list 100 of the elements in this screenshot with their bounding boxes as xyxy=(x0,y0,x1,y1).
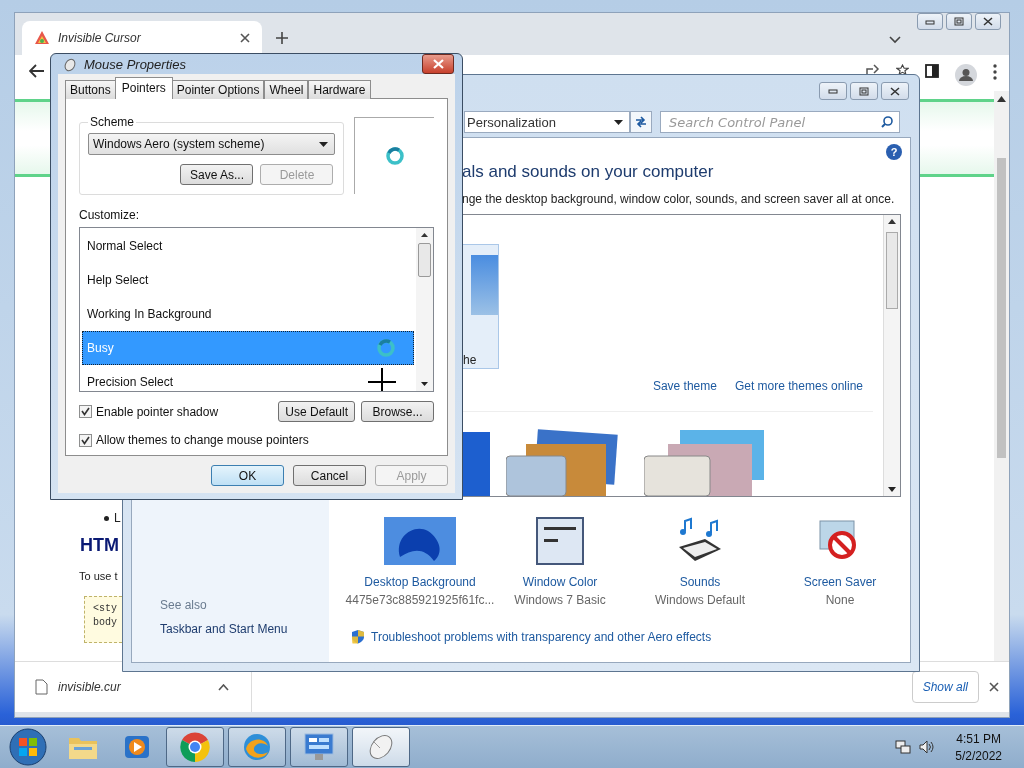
page-description: nge the desktop background, window color, sounds, and screen saver all at once. xyxy=(462,192,896,206)
link[interactable]: Save theme xyxy=(652,379,717,393)
sidebar-link[interactable]: Taskbar and Start Menu xyxy=(160,622,329,636)
close-icon xyxy=(890,86,900,96)
star-icon[interactable] xyxy=(896,64,909,75)
item-value: Windows 7 Basic xyxy=(514,593,606,607)
use-default-button[interactable]: Use Default xyxy=(278,401,355,422)
address-text: Personalization xyxy=(467,114,556,130)
wallpaper-icon[interactable] xyxy=(384,517,456,565)
profile-icon[interactable] xyxy=(955,64,977,86)
checkbox-label: Enable pointer shadow xyxy=(96,404,219,419)
window-icon[interactable] xyxy=(536,517,584,565)
list-item[interactable]: Precision Select xyxy=(82,365,414,391)
dropdown-arrow-icon[interactable] xyxy=(319,141,329,147)
scrollbar-thumb[interactable] xyxy=(418,243,431,277)
scheme-dropdown[interactable]: Windows Aero (system scheme) xyxy=(88,133,336,155)
swirl-icon xyxy=(242,732,272,762)
arrow-up-icon[interactable] xyxy=(888,219,896,224)
share-icon[interactable] xyxy=(865,64,880,74)
checkmark-icon xyxy=(81,407,90,416)
scrollbar-thumb[interactable] xyxy=(997,158,1006,458)
search-icon[interactable] xyxy=(881,116,893,128)
checkmark-icon xyxy=(81,435,90,445)
field-label: Customize: xyxy=(79,208,141,222)
volume-icon[interactable] xyxy=(919,739,936,755)
item-value: Windows Default xyxy=(654,593,745,607)
browse-button[interactable]: Browse... xyxy=(361,401,434,422)
tab[interactable]: Pointer Options xyxy=(171,80,265,99)
tab[interactable]: Wheel xyxy=(264,80,309,99)
clock[interactable]: 4:51 PM 5/2/2022 xyxy=(955,731,1002,763)
wallpaper-thumbnail xyxy=(471,255,498,315)
page-heading: als and sounds on your computer xyxy=(462,162,715,182)
taskbar-button[interactable] xyxy=(166,727,224,767)
close-icon[interactable] xyxy=(240,33,250,43)
taskbar-button[interactable] xyxy=(352,727,410,767)
taskbar-button[interactable] xyxy=(228,727,286,767)
checkbox[interactable] xyxy=(79,405,92,418)
link[interactable]: Get more themes online xyxy=(734,379,863,393)
scrollbar[interactable] xyxy=(994,91,1009,661)
monitor-icon xyxy=(303,732,335,762)
dialog-button[interactable]: OK xyxy=(211,465,284,486)
minimize-icon xyxy=(828,88,838,94)
close-button[interactable] xyxy=(422,54,454,74)
item-link[interactable]: Window Color xyxy=(522,575,598,589)
close-icon xyxy=(432,59,444,69)
dialog-button[interactable]: Cancel xyxy=(293,465,366,486)
caret-up-icon[interactable] xyxy=(218,683,229,691)
list-item[interactable]: Working In Background xyxy=(82,297,414,331)
checkbox[interactable] xyxy=(79,433,92,447)
search-box[interactable]: Search Control Panel xyxy=(660,111,900,133)
time: 4:51 PM xyxy=(956,731,1001,746)
search-field[interactable]: Search Control Panel xyxy=(667,113,877,131)
theme-card[interactable]: he xyxy=(463,244,499,369)
arrow-down-icon[interactable] xyxy=(421,382,428,386)
download-filename[interactable]: invisible.cur xyxy=(58,680,208,694)
save-as-button[interactable]: Save As... xyxy=(180,164,254,185)
refresh-button[interactable] xyxy=(630,111,652,133)
side-panel-icon[interactable] xyxy=(925,64,939,78)
arrow-up-icon[interactable] xyxy=(421,233,428,237)
item-value: 4475e73c885921925f61fc... xyxy=(345,593,495,607)
minimize-button[interactable] xyxy=(819,82,847,100)
start-button[interactable] xyxy=(8,727,48,767)
crosshair-icon xyxy=(368,368,396,391)
refresh-icon xyxy=(634,115,648,129)
list-item[interactable]: Help Select xyxy=(82,263,414,297)
tab[interactable]: Hardware xyxy=(308,80,371,99)
dropdown-arrow-icon[interactable] xyxy=(614,119,623,125)
close-icon[interactable] xyxy=(989,682,999,692)
date: 5/2/2022 xyxy=(955,748,1002,763)
back-icon[interactable] xyxy=(29,64,45,78)
maximize-icon xyxy=(859,86,869,96)
triangle-logo-icon xyxy=(34,30,50,46)
network-icon[interactable] xyxy=(895,739,912,755)
tab[interactable]: Buttons xyxy=(65,80,116,99)
chevron-down-icon[interactable] xyxy=(889,36,901,44)
menu-icon[interactable] xyxy=(993,64,997,80)
item-link[interactable]: Desktop Background xyxy=(364,575,476,589)
new-tab-icon[interactable] xyxy=(276,32,288,44)
minimize-button[interactable] xyxy=(917,13,943,30)
close-button[interactable] xyxy=(881,82,909,100)
taskbar-button[interactable] xyxy=(290,727,348,767)
tab-title: Invisible Cursor xyxy=(58,31,142,45)
close-button[interactable] xyxy=(975,13,1001,30)
tricolor-circle-icon xyxy=(180,732,210,762)
scrollbar-thumb[interactable] xyxy=(886,232,898,309)
troubleshoot-link[interactable]: Troubleshoot problems with transparency and other Aero effects xyxy=(371,629,712,644)
arrow-up-icon[interactable] xyxy=(997,96,1006,102)
arrow-down-icon[interactable] xyxy=(888,487,896,492)
browser-tab[interactable]: Invisible Cursor xyxy=(22,21,262,55)
list-item[interactable]: Normal Select xyxy=(82,229,414,263)
help-icon[interactable]: ? xyxy=(886,144,902,160)
scrollbar[interactable] xyxy=(883,215,900,496)
tab[interactable]: Pointers xyxy=(114,77,173,99)
scrollbar[interactable] xyxy=(416,228,433,391)
item-link[interactable]: Sounds xyxy=(679,575,721,589)
minimize-icon xyxy=(925,18,935,25)
section-heading: HTM xyxy=(80,535,119,556)
item-link[interactable]: Screen Saver xyxy=(803,575,877,589)
show-all-button[interactable]: Show all xyxy=(911,671,979,703)
address-bar[interactable]: Personalization xyxy=(464,111,630,133)
